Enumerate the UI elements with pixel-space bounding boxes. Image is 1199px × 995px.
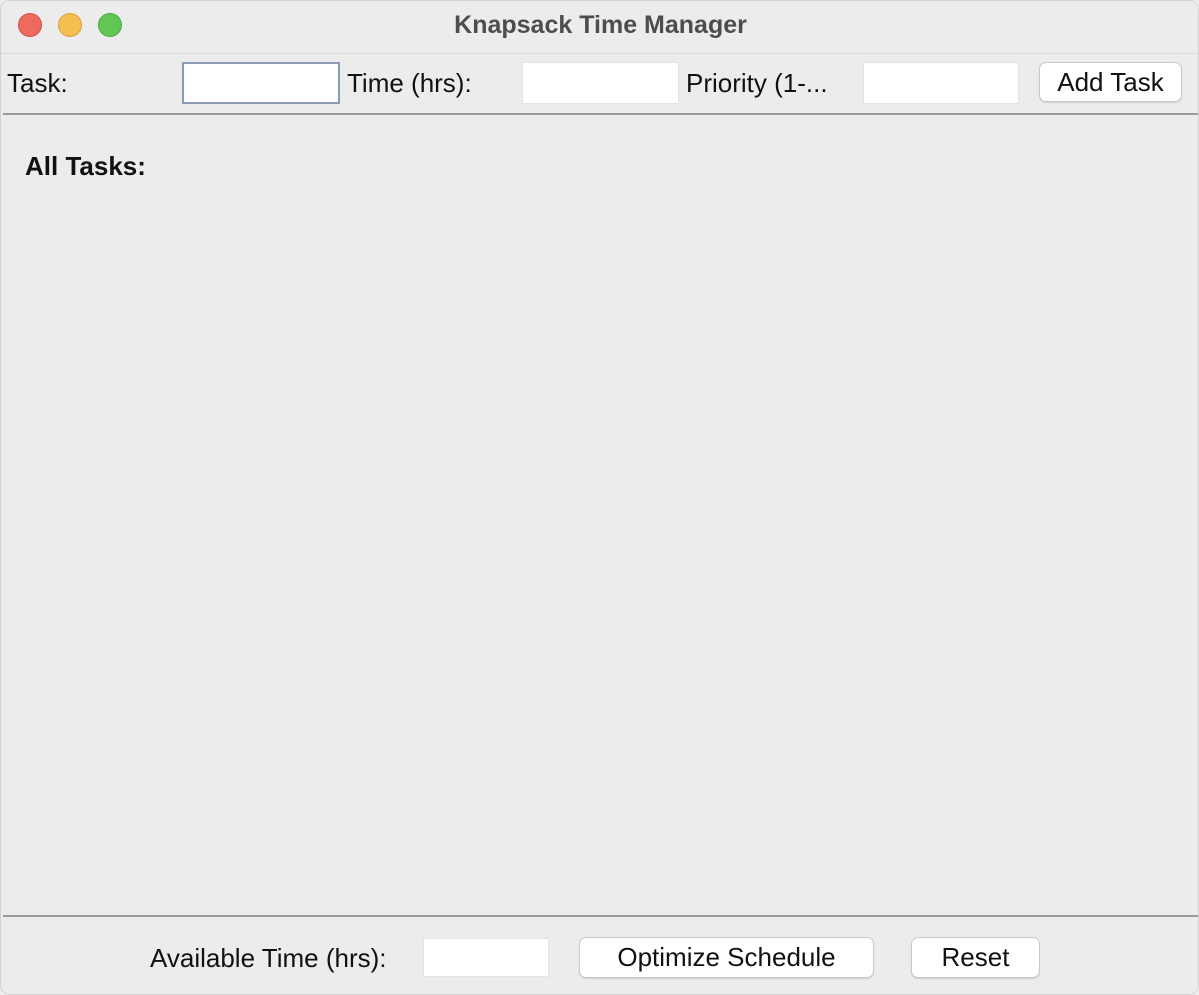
time-label: Time (hrs): xyxy=(347,68,472,98)
schedule-controls: Available Time (hrs): Optimize Schedule … xyxy=(1,918,1198,994)
reset-button[interactable]: Reset xyxy=(911,937,1040,978)
all-tasks-heading: All Tasks: xyxy=(25,151,146,181)
task-input-bar: Task: Time (hrs): Priority (1-... Add Ta… xyxy=(1,54,1198,111)
optimize-schedule-button[interactable]: Optimize Schedule xyxy=(579,937,874,978)
task-list-panel: All Tasks: xyxy=(3,113,1198,917)
app-window: Knapsack Time Manager Task: Time (hrs): … xyxy=(0,0,1199,995)
add-task-button[interactable]: Add Task xyxy=(1039,62,1182,102)
task-label: Task: xyxy=(7,68,68,98)
priority-input[interactable] xyxy=(863,62,1019,104)
available-time-input[interactable] xyxy=(423,938,549,977)
window-title: Knapsack Time Manager xyxy=(454,11,747,39)
available-time-label: Available Time (hrs): xyxy=(150,943,387,973)
task-name-input[interactable] xyxy=(182,62,340,104)
priority-label: Priority (1-... xyxy=(686,68,828,98)
time-hours-input[interactable] xyxy=(522,62,679,104)
title-bar[interactable]: Knapsack Time Manager xyxy=(1,1,1198,54)
